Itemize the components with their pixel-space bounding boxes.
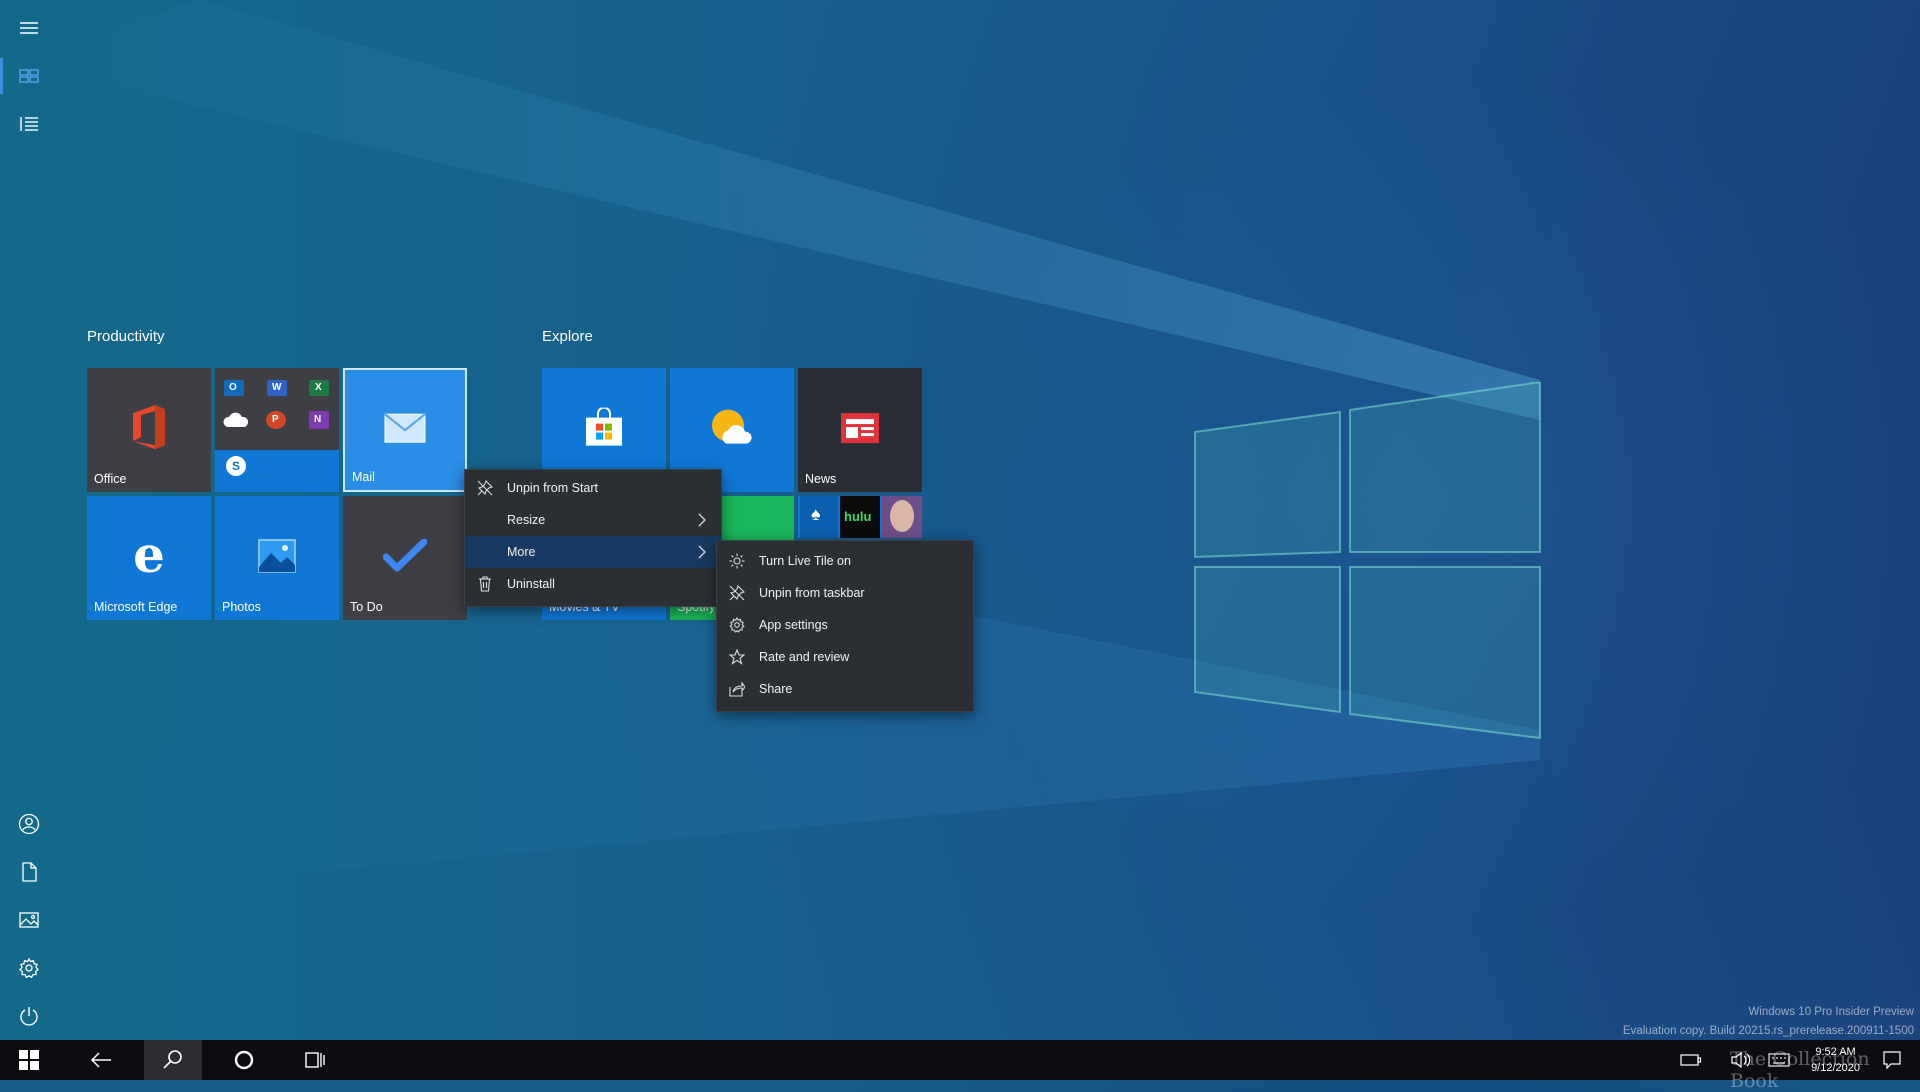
pictures-icon [19,912,39,928]
build-watermark-line1: Windows 10 Pro Insider Preview [1748,1006,1914,1018]
onedrive-icon [223,412,249,427]
powerpoint-icon: P [266,411,286,429]
tile-microsoft-edge[interactable]: e Microsoft Edge [87,496,211,620]
documents-button[interactable] [0,848,58,896]
weather-icon [712,409,752,444]
star-icon [729,649,745,665]
battery-button[interactable] [1676,1040,1706,1080]
user-account-button[interactable] [0,800,58,848]
group-title-explore[interactable]: Explore [542,328,593,345]
more-submenu: Turn Live Tile on Unpin from taskbar App… [716,540,974,712]
pinned-tiles-button[interactable] [0,52,58,100]
task-view-button[interactable] [286,1040,344,1080]
tile-mail[interactable]: Mail [343,368,467,492]
windows-logo-watermark [1194,382,1541,740]
menu-item-unpin-from-taskbar[interactable]: Unpin from taskbar [717,577,973,609]
share-icon [729,681,745,697]
cortana-button[interactable] [215,1040,273,1080]
menu-item-resize[interactable]: Resize [465,504,721,536]
tile-office[interactable]: Office [87,368,211,492]
expand-menu-button[interactable] [0,4,58,52]
cortana-icon [234,1050,254,1070]
tile-news[interactable]: News [798,368,922,492]
settings-button[interactable] [0,944,58,992]
tiles-icon [19,69,39,83]
menu-item-more[interactable]: More [465,536,721,568]
tile-to-do[interactable]: To Do [343,496,467,620]
windows-icon [19,1050,39,1070]
watermark-overlay: The Collection Book [1730,1048,1870,1092]
pictures-button[interactable] [0,896,58,944]
word-icon: W [267,380,287,396]
office-icon [133,405,165,450]
settings-icon [19,957,39,979]
tile-context-menu: Unpin from Start Resize More Uninstall [464,469,722,607]
skype-icon: S [226,456,246,476]
solitaire-icon: ♠ [800,496,838,538]
power-button[interactable] [0,992,58,1040]
start-button[interactable] [0,1040,58,1080]
trash-icon [479,576,491,592]
back-arrow-icon [90,1052,111,1068]
build-watermark-line2: Evaluation copy. Build 20215.rs_prerelea… [1622,1025,1914,1037]
user-icon [18,813,40,835]
tile-games-folder[interactable]: ♠ hulu [798,496,922,538]
tile-office-apps-folder[interactable]: O W X P N S [215,368,339,492]
edge-icon: e [133,525,165,584]
power-icon [20,1007,38,1026]
live-tile-icon [729,553,745,569]
menu-item-app-settings[interactable]: App settings [717,609,973,641]
group-title-productivity[interactable]: Productivity [87,328,165,345]
taskbar: 9:52 AM 9/12/2020 The Collection Book [0,1040,1920,1092]
back-button[interactable] [72,1040,130,1080]
menu-item-share[interactable]: Share [717,673,973,705]
tile-label: Mail [352,470,375,484]
menu-item-turn-live-tile-on[interactable]: Turn Live Tile on [717,545,973,577]
photos-icon [258,539,296,573]
tile-label: To Do [350,600,383,614]
excel-icon: X [309,380,329,396]
tile-label: Microsoft Edge [94,600,178,614]
news-icon [841,413,879,444]
all-apps-icon [20,117,38,131]
start-rail [0,0,58,1040]
outlook-icon: O [224,380,244,396]
menu-item-uninstall[interactable]: Uninstall [465,568,721,600]
tile-label: Office [94,472,127,486]
all-apps-button[interactable] [0,100,58,148]
mail-icon [384,413,426,443]
hamburger-icon [20,22,38,34]
chevron-right-icon [698,545,706,559]
search-button[interactable] [144,1040,202,1080]
tile-label: News [805,472,837,486]
menu-item-rate-and-review[interactable]: Rate and review [717,641,973,673]
unpin-icon [477,480,493,496]
store-icon [586,407,622,446]
onenote-icon: N [309,411,329,429]
documents-icon [22,862,37,882]
checkmark-icon [383,538,427,572]
search-icon [163,1050,182,1069]
chevron-right-icon [698,513,706,527]
tile-label: Photos [222,600,261,614]
battery-icon [1680,1054,1702,1066]
unpin-icon [729,585,745,601]
task-view-icon [305,1052,325,1068]
menu-item-unpin-from-start[interactable]: Unpin from Start [465,472,721,504]
tile-photos[interactable]: Photos [215,496,339,620]
game-icon [882,496,922,538]
hulu-icon: hulu [840,496,880,538]
gear-icon [729,617,745,633]
